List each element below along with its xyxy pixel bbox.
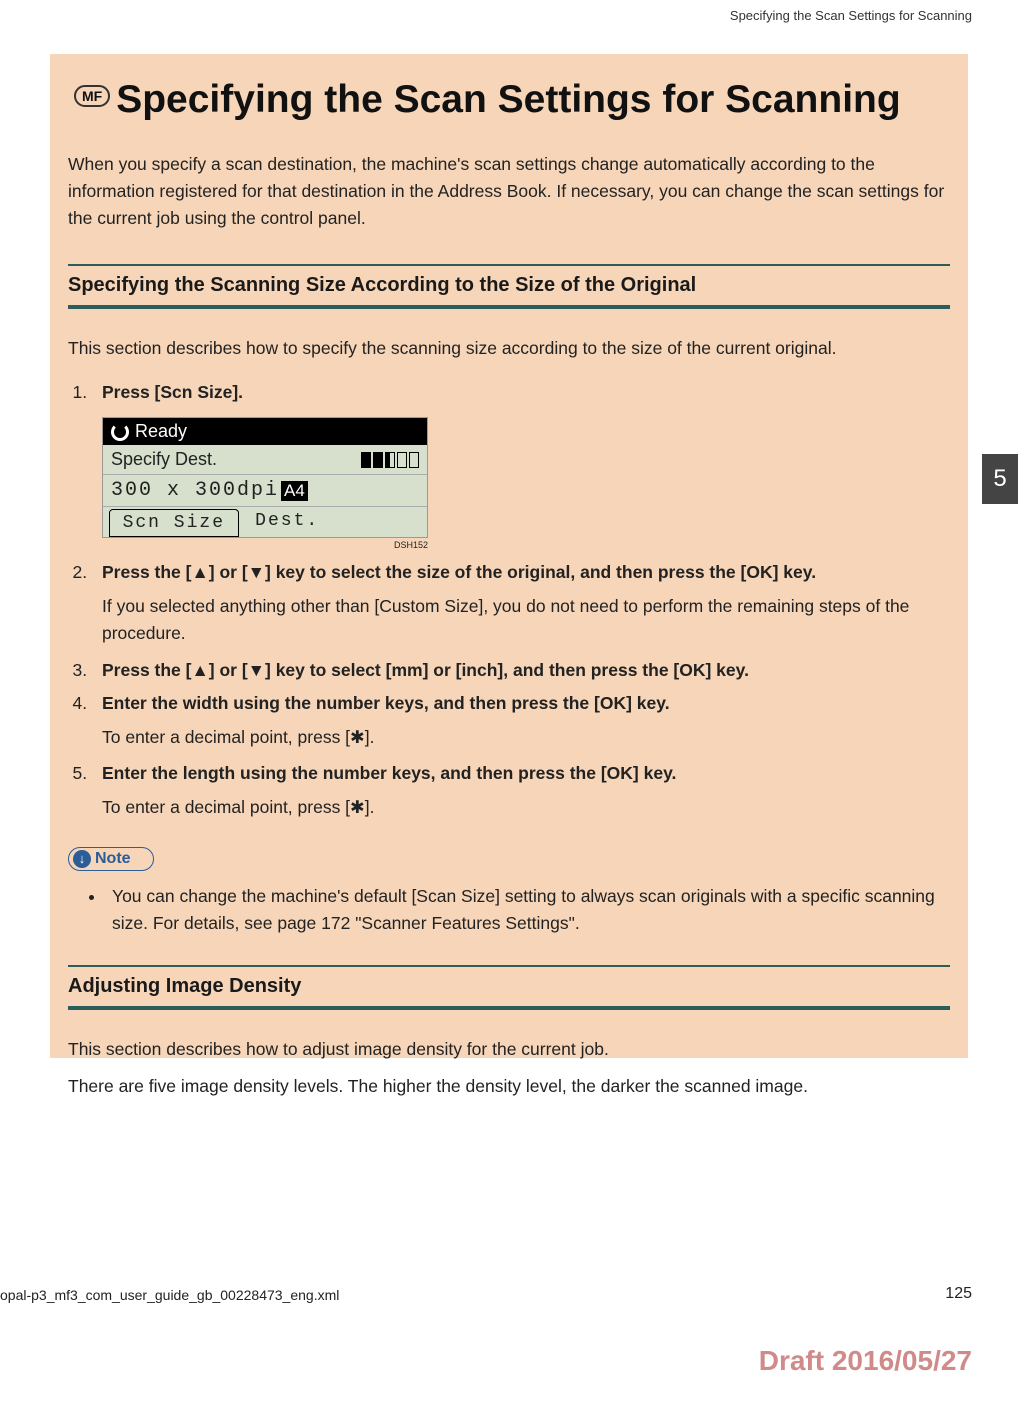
lcd-dpi: 300 x 300dpi — [111, 479, 279, 502]
lcd-specify-dest: Specify Dest. — [111, 449, 217, 470]
page-title-text: Specifying the Scan Settings for Scannin… — [116, 78, 900, 121]
star-icon: ✱ — [350, 727, 365, 747]
chapter-tab: 5 — [982, 454, 1018, 504]
down-arrow-icon: ↓ — [73, 850, 91, 868]
density-cell — [397, 452, 407, 468]
lcd-ready-label: Ready — [135, 421, 187, 442]
note-item: You can change the machine's default [Sc… — [106, 883, 950, 937]
step-3: Press the [▲] or [▼] key to select [mm] … — [92, 660, 950, 681]
density-desc-2: There are five image density levels. The… — [68, 1073, 950, 1100]
section-heading-density: Adjusting Image Density — [68, 965, 950, 1010]
page-title: MF Specifying the Scan Settings for Scann… — [68, 78, 950, 123]
page-number: 125 — [945, 1285, 972, 1303]
step-3-text: Press the [▲] or [▼] key to select [mm] … — [102, 660, 950, 681]
steps-list: Press [Scn Size]. Ready Specify Dest. — [92, 382, 950, 821]
step-4-sub-post: ]. — [365, 727, 375, 747]
mf-badge: MF — [74, 85, 110, 107]
density-desc-1: This section describes how to adjust ima… — [68, 1036, 950, 1063]
note-list: You can change the machine's default [Sc… — [106, 883, 950, 937]
lcd-status-bar: Ready — [103, 418, 427, 445]
density-indicator — [361, 452, 419, 468]
step-5-subtext: To enter a decimal point, press [✱]. — [102, 794, 950, 821]
density-cell — [361, 452, 371, 468]
step-4-subtext: To enter a decimal point, press [✱]. — [102, 724, 950, 751]
lcd-tab-scn-size: Scn Size — [109, 509, 239, 537]
footer-file-path: opal-p3_mf3_com_user_guide_gb_00228473_e… — [0, 1287, 339, 1303]
lcd-dpi-row: 300 x 300dpi A4 — [103, 475, 427, 507]
lcd-paper-size-badge: A4 — [281, 481, 308, 501]
figure-code: DSH152 — [102, 538, 428, 550]
density-cell — [373, 452, 383, 468]
step-1: Press [Scn Size]. Ready Specify Dest. — [92, 382, 950, 550]
note-badge: ↓ Note — [68, 847, 154, 871]
section-heading-scan-size: Specifying the Scanning Size According t… — [68, 264, 950, 309]
lcd-panel: Ready Specify Dest. 300 x 300dp — [102, 417, 428, 538]
lcd-tabs-row: Scn Size Dest. — [103, 507, 427, 537]
star-icon: ✱ — [350, 797, 365, 817]
density-cell — [409, 452, 419, 468]
step-4: Enter the width using the number keys, a… — [92, 693, 950, 751]
step-2-subtext: If you selected anything other than [Cus… — [102, 593, 950, 647]
density-cell — [385, 452, 395, 468]
step-4-text: Enter the width using the number keys, a… — [102, 693, 950, 714]
step-1-text: Press [Scn Size]. — [102, 382, 950, 403]
lcd-tab-dest: Dest. — [239, 507, 336, 537]
step-4-sub-pre: To enter a decimal point, press [ — [102, 727, 350, 747]
running-header: Specifying the Scan Settings for Scannin… — [730, 8, 972, 23]
content-area: MF Specifying the Scan Settings for Scann… — [50, 54, 968, 1058]
step-2-text: Press the [▲] or [▼] key to select the s… — [102, 562, 950, 583]
intro-paragraph: When you specify a scan destination, the… — [68, 151, 950, 232]
section-desc-scan-size: This section describes how to specify th… — [68, 335, 950, 362]
ready-icon — [111, 423, 129, 441]
lcd-specify-row: Specify Dest. — [103, 445, 427, 475]
step-2: Press the [▲] or [▼] key to select the s… — [92, 562, 950, 647]
note-label: Note — [95, 850, 131, 868]
step-5: Enter the length using the number keys, … — [92, 763, 950, 821]
lcd-illustration: Ready Specify Dest. 300 x 300dp — [102, 417, 950, 550]
step-5-sub-post: ]. — [365, 797, 375, 817]
step-5-sub-pre: To enter a decimal point, press [ — [102, 797, 350, 817]
draft-watermark: Draft 2016/05/27 — [759, 1345, 972, 1377]
step-5-text: Enter the length using the number keys, … — [102, 763, 950, 784]
